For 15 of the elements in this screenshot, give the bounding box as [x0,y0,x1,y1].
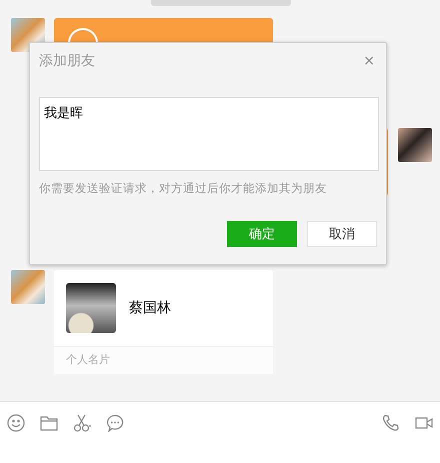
phone-icon[interactable] [382,414,400,432]
message-field[interactable]: 我是晖 [39,97,379,171]
folder-icon[interactable] [40,414,58,432]
cancel-button[interactable]: 取消 [307,221,377,247]
emoji-icon[interactable] [7,414,25,432]
card-footer: 个人名片 [54,346,273,374]
contact-card[interactable]: 蔡国林 个人名片 [54,270,273,374]
avatar-photo [11,270,45,304]
hint-text: 你需要发送验证请求，对方通过后你才能添加其为朋友 [39,181,328,196]
avatar-photo [398,128,432,162]
dialog-title: 添加朋友 [39,52,95,70]
photo-placeholder [66,283,116,333]
contact-name: 蔡国林 [129,299,171,317]
chat-bubble-icon[interactable] [106,414,124,432]
scissors-icon[interactable] [73,414,91,432]
